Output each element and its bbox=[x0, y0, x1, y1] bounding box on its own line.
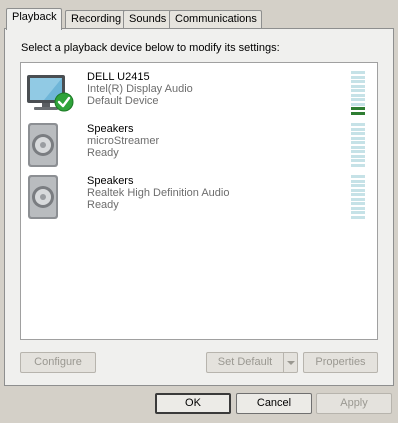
device-name: Speakers bbox=[87, 175, 134, 187]
meter-segment bbox=[351, 193, 365, 196]
ok-button[interactable]: OK bbox=[155, 393, 231, 414]
meter-segment bbox=[351, 123, 365, 126]
default-check-icon bbox=[54, 92, 74, 112]
device-driver: Intel(R) Display Audio bbox=[87, 83, 193, 95]
meter-segment bbox=[351, 127, 365, 131]
meter-segment bbox=[351, 150, 365, 153]
tab-label: Playback bbox=[12, 11, 57, 23]
meter-segment bbox=[351, 132, 365, 135]
cancel-button[interactable]: Cancel bbox=[236, 393, 312, 414]
instruction-text: Select a playback device below to modify… bbox=[21, 42, 280, 54]
meter-segment bbox=[351, 107, 365, 110]
device-status: Ready bbox=[87, 199, 119, 211]
tab-communications[interactable]: Communications bbox=[169, 10, 262, 29]
set-default-button[interactable]: Set Default bbox=[206, 352, 298, 373]
meter-segment bbox=[351, 175, 365, 178]
device-status: Default Device bbox=[87, 95, 159, 107]
tab-label: Recording bbox=[71, 13, 122, 25]
meter-segment bbox=[351, 188, 365, 192]
meter-segment bbox=[351, 80, 365, 83]
apply-button[interactable]: Apply bbox=[316, 393, 392, 414]
device-status: Ready bbox=[87, 147, 119, 159]
chevron-down-icon bbox=[287, 361, 295, 365]
volume-meter bbox=[351, 175, 365, 221]
meter-segment bbox=[351, 215, 365, 219]
playback-panel: Select a playback device below to modify… bbox=[4, 28, 394, 386]
meter-segment bbox=[351, 211, 365, 214]
meter-segment bbox=[351, 145, 365, 149]
tab-sounds[interactable]: Sounds bbox=[123, 10, 172, 29]
volume-meter bbox=[351, 71, 365, 117]
meter-segment bbox=[351, 179, 365, 183]
meter-segment bbox=[351, 98, 365, 101]
tab-label: Communications bbox=[175, 13, 257, 25]
device-name: DELL U2415 bbox=[87, 71, 150, 83]
meter-segment bbox=[351, 184, 365, 187]
properties-button[interactable]: Properties bbox=[303, 352, 378, 373]
meter-segment bbox=[351, 93, 365, 97]
meter-segment bbox=[351, 111, 365, 115]
speaker-icon bbox=[28, 123, 58, 167]
meter-segment bbox=[351, 154, 365, 158]
volume-meter bbox=[351, 123, 365, 169]
meter-segment bbox=[351, 102, 365, 106]
meter-segment bbox=[351, 159, 365, 162]
device-item-dell-u2415[interactable]: DELL U2415 Intel(R) Display Audio Defaul… bbox=[21, 67, 377, 119]
meter-segment bbox=[351, 163, 365, 167]
device-driver: microStreamer bbox=[87, 135, 160, 147]
device-text: Speakers Realtek High Definition Audio R… bbox=[87, 175, 229, 211]
meter-segment bbox=[351, 84, 365, 88]
device-text: DELL U2415 Intel(R) Display Audio Defaul… bbox=[87, 71, 193, 107]
meter-segment bbox=[351, 206, 365, 210]
meter-segment bbox=[351, 75, 365, 79]
meter-segment bbox=[351, 197, 365, 201]
speaker-icon bbox=[28, 175, 58, 219]
meter-segment bbox=[351, 202, 365, 205]
tab-playback[interactable]: Playback bbox=[6, 8, 62, 30]
device-name: Speakers bbox=[87, 123, 134, 135]
set-default-label: Set Default bbox=[217, 356, 273, 368]
device-text: Speakers microStreamer Ready bbox=[87, 123, 159, 159]
configure-button[interactable]: Configure bbox=[20, 352, 96, 373]
device-item-speakers-realtek[interactable]: Speakers Realtek High Definition Audio R… bbox=[21, 171, 377, 223]
tab-strip: Playback Recording Sounds Communications bbox=[4, 8, 396, 30]
meter-segment bbox=[351, 71, 365, 74]
meter-segment bbox=[351, 89, 365, 92]
tab-label: Sounds bbox=[129, 13, 167, 25]
meter-segment bbox=[351, 141, 365, 144]
meter-segment bbox=[351, 136, 365, 140]
set-default-dropdown[interactable] bbox=[283, 353, 297, 372]
tab-recording[interactable]: Recording bbox=[65, 10, 127, 29]
device-driver: Realtek High Definition Audio bbox=[87, 187, 230, 199]
device-item-speakers-microstreamer[interactable]: Speakers microStreamer Ready bbox=[21, 119, 377, 171]
device-list: DELL U2415 Intel(R) Display Audio Defaul… bbox=[20, 62, 378, 340]
